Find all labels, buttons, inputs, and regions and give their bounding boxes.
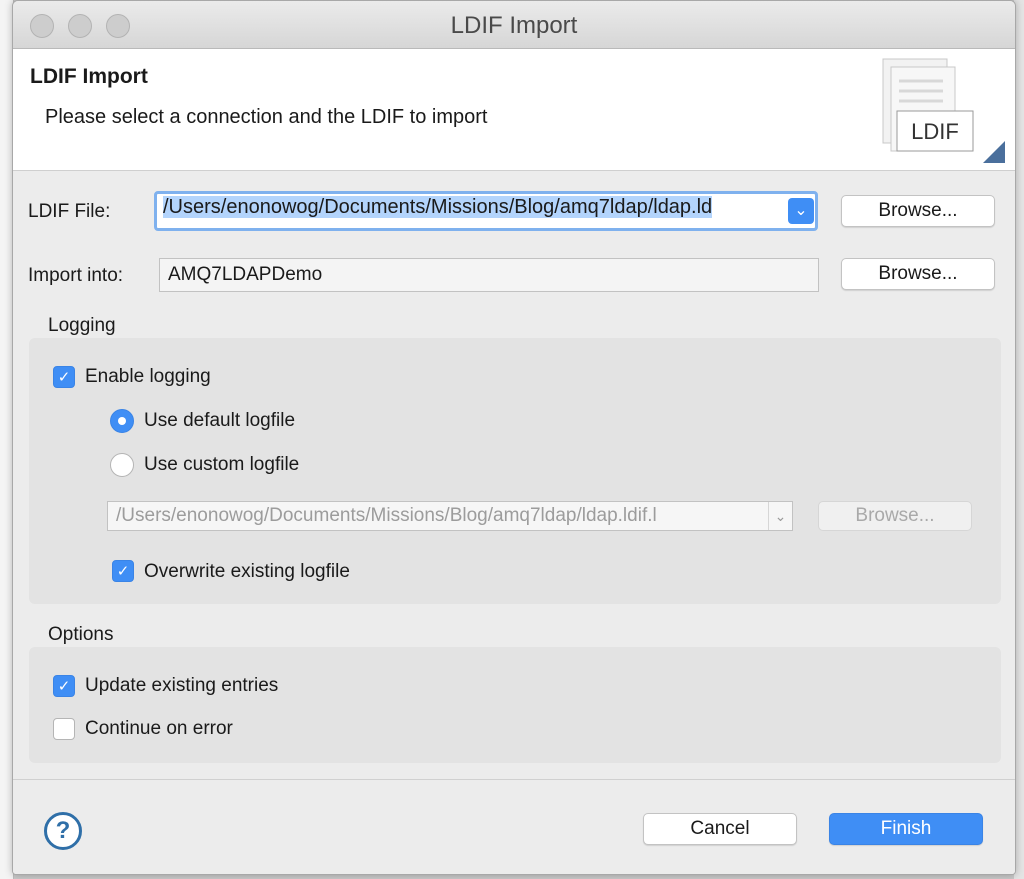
use-default-logfile-label: Use default logfile	[144, 410, 296, 431]
custom-logfile-combo[interactable]: /Users/enonowog/Documents/Missions/Blog/…	[107, 501, 793, 531]
checkmark-icon: ✓	[116, 563, 130, 580]
chevron-down-icon[interactable]: ⌄	[768, 502, 792, 530]
title-bar: LDIF Import	[13, 1, 1015, 49]
import-into-label: Import into:	[28, 265, 124, 286]
import-into-field: AMQ7LDAPDemo	[159, 258, 819, 292]
ldif-file-label: LDIF File:	[28, 201, 111, 222]
dialog-header: LDIF Import Please select a connection a…	[13, 49, 1015, 171]
header-title: LDIF Import	[30, 65, 148, 88]
update-entries-checkbox[interactable]: ✓	[53, 675, 75, 697]
banner-label: LDIF	[911, 119, 959, 144]
enable-logging-label: Enable logging	[85, 366, 211, 387]
overwrite-logfile-checkbox[interactable]: ✓	[112, 560, 134, 582]
logging-group-title: Logging	[48, 315, 116, 336]
use-custom-logfile-radio[interactable]	[110, 453, 134, 477]
finish-button[interactable]: Finish	[829, 813, 983, 845]
header-description: Please select a connection and the LDIF …	[45, 106, 488, 128]
cancel-button[interactable]: Cancel	[643, 813, 797, 845]
ldif-browse-button[interactable]: Browse...	[841, 195, 995, 227]
import-browse-button[interactable]: Browse...	[841, 258, 995, 290]
help-icon[interactable]: ?	[44, 812, 82, 850]
logfile-browse-button[interactable]: Browse...	[818, 501, 972, 531]
ldif-import-dialog: LDIF Import LDIF Import Please select a …	[12, 0, 1016, 875]
options-group-title: Options	[48, 624, 114, 645]
ldif-document-icon: LDIF	[882, 58, 1005, 163]
continue-on-error-checkbox[interactable]	[53, 718, 75, 740]
checkmark-icon: ✓	[57, 369, 71, 386]
overwrite-logfile-label: Overwrite existing logfile	[144, 561, 350, 582]
continue-on-error-label: Continue on error	[85, 718, 233, 739]
dialog-footer: ? Cancel Finish	[13, 779, 1015, 874]
use-default-logfile-radio[interactable]	[110, 409, 134, 433]
update-entries-label: Update existing entries	[85, 675, 279, 696]
checkmark-icon: ✓	[57, 678, 71, 695]
ldif-file-combo[interactable]: /Users/enonowog/Documents/Missions/Blog/…	[154, 191, 818, 231]
ldif-file-path: /Users/enonowog/Documents/Missions/Blog/…	[163, 196, 713, 218]
chevron-down-icon[interactable]: ⌄	[788, 198, 814, 224]
options-group	[29, 647, 1001, 763]
custom-logfile-path: /Users/enonowog/Documents/Missions/Blog/…	[116, 505, 657, 526]
window-title: LDIF Import	[450, 12, 578, 39]
use-custom-logfile-label: Use custom logfile	[144, 454, 300, 475]
enable-logging-checkbox[interactable]: ✓	[53, 366, 75, 388]
